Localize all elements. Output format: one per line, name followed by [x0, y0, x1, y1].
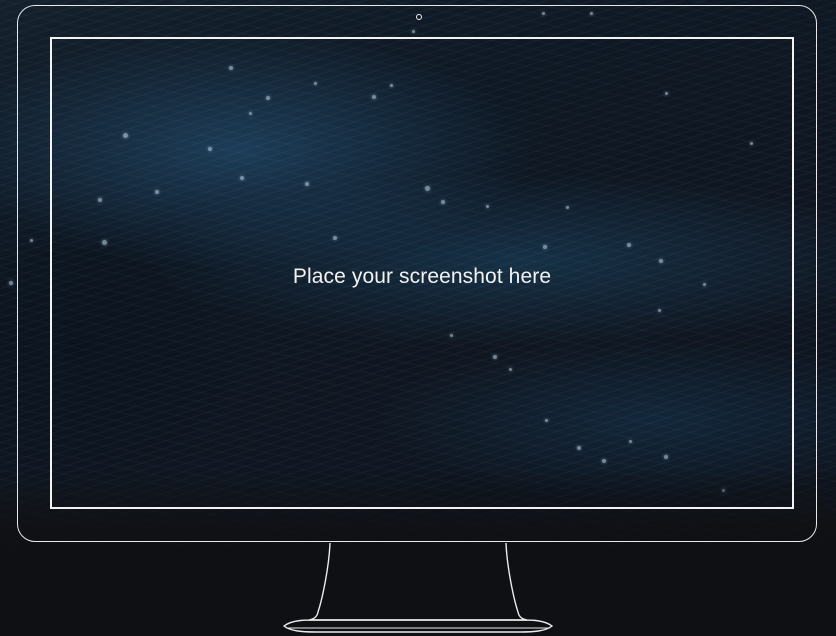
monitor-stand — [282, 542, 554, 633]
stand-neck — [308, 542, 528, 621]
presentation-slide: Place your screenshot here — [0, 0, 836, 636]
stand-base — [282, 619, 554, 633]
